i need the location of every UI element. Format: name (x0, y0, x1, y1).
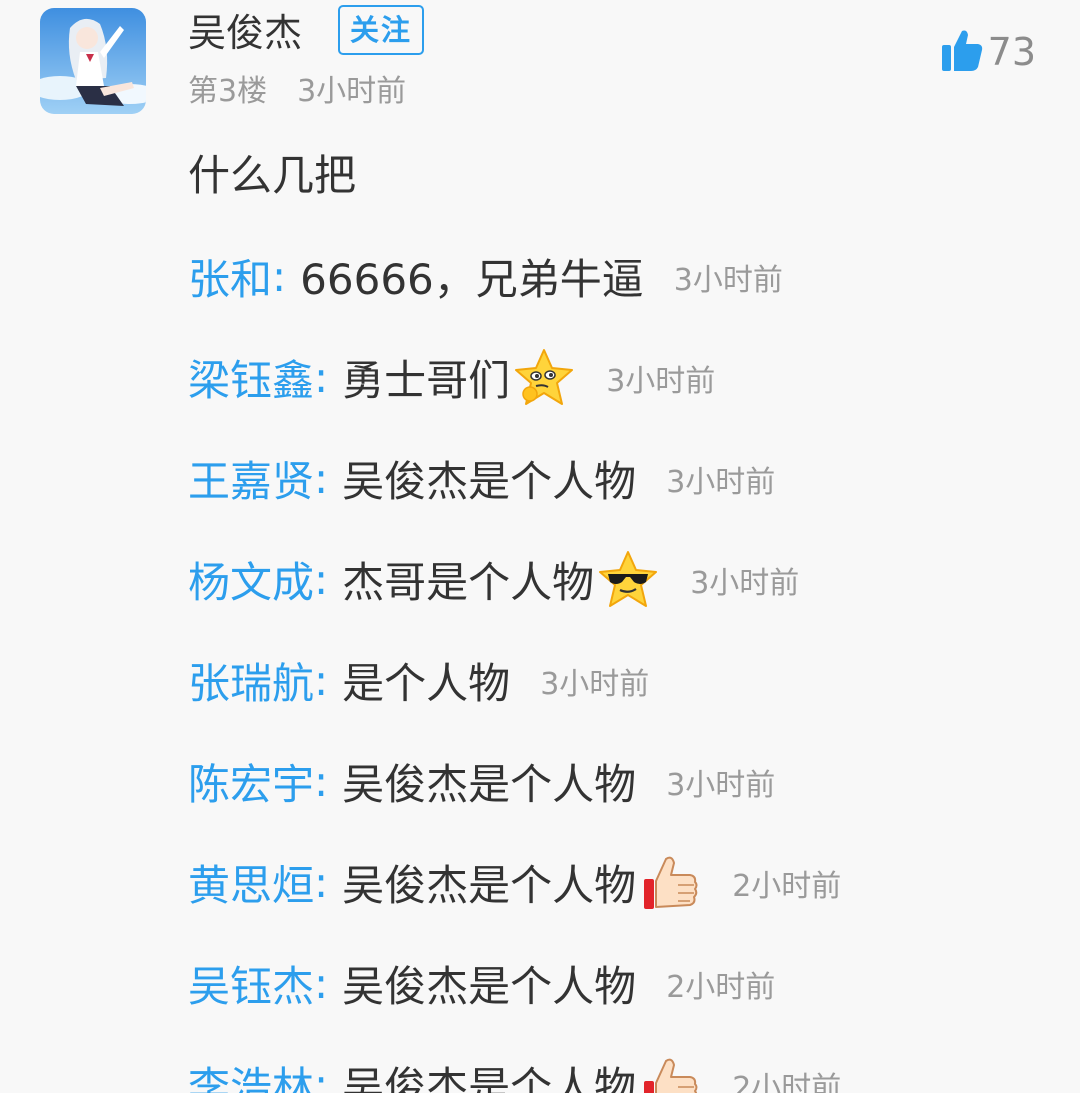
reply-username[interactable]: 张瑞航 (188, 650, 314, 711)
reply-username[interactable]: 张和 (188, 246, 272, 307)
reply-text: 66666，兄弟牛逼 (300, 255, 644, 304)
reply-time: 3小时前 (690, 565, 800, 601)
reply-username[interactable]: 杨文成 (188, 549, 314, 610)
reply-item[interactable]: 杨文成: 杰哥是个人物 3小时前 (188, 529, 1048, 630)
reply-colon: : (314, 555, 329, 604)
reply-text: 杰哥是个人物 (342, 558, 595, 607)
thumbs-up-emoji (638, 851, 702, 915)
floor-number: 第3楼 (188, 74, 268, 109)
reply-item[interactable]: 张和:66666，兄弟牛逼 3小时前 (188, 226, 1048, 327)
reply-item[interactable]: 黄思烜: 吴俊杰是个人物 2小时前 (188, 832, 1048, 933)
reply-username[interactable]: 吴钰杰 (188, 953, 314, 1014)
post-time: 3小时前 (297, 74, 407, 109)
thumbs-up-icon (940, 27, 984, 77)
reply-username[interactable]: 黄思烜 (188, 852, 314, 913)
like-button[interactable]: 73 (940, 24, 1036, 80)
comment-floor: 吴俊杰 关注 第3楼 3小时前 73 什么几把 张和:66666，兄弟牛逼 3小时前… (0, 0, 1080, 1093)
follow-button[interactable]: 关注 (338, 5, 424, 55)
reply-colon: : (314, 353, 329, 402)
reply-item[interactable]: 李浩林: 吴俊杰是个人物 2小时前 (188, 1034, 1048, 1093)
post-content: 什么几把 (188, 151, 357, 200)
reply-item[interactable]: 梁钰鑫: 勇士哥们 3小时前 (188, 327, 1048, 428)
reply-time: 3小时前 (666, 767, 776, 803)
reply-item[interactable]: 王嘉贤: 吴俊杰是个人物 3小时前 (188, 428, 1048, 529)
reply-time: 2小时前 (732, 868, 842, 904)
reply-text: 吴俊杰是个人物 (342, 457, 637, 506)
sunglasses-star-emoji (596, 548, 660, 612)
reply-username[interactable]: 王嘉贤 (188, 448, 314, 509)
reply-text: 吴俊杰是个人物 (342, 962, 637, 1011)
reply-time: 3小时前 (540, 666, 650, 702)
reply-list: 张和:66666，兄弟牛逼 3小时前 梁钰鑫: 勇士哥们 3小时前 王嘉贤: 吴俊杰是个人物… (188, 226, 1048, 1093)
post-meta: 第3楼 3小时前 (188, 70, 406, 114)
reply-colon: : (314, 1060, 329, 1093)
reply-colon: : (272, 252, 287, 301)
reply-username[interactable]: 梁钰鑫 (188, 347, 314, 408)
thinking-star-emoji (512, 346, 576, 410)
reply-item[interactable]: 张瑞航: 是个人物 3小时前 (188, 630, 1048, 731)
username[interactable]: 吴俊杰 (188, 8, 302, 58)
reply-text: 吴俊杰是个人物 (342, 1063, 637, 1093)
reply-text: 勇士哥们 (342, 356, 511, 405)
reply-time: 3小时前 (673, 262, 783, 298)
reply-item[interactable]: 陈宏宇: 吴俊杰是个人物 3小时前 (188, 731, 1048, 832)
reply-colon: : (314, 858, 329, 907)
reply-time: 3小时前 (666, 464, 776, 500)
reply-time: 2小时前 (732, 1070, 842, 1093)
reply-colon: : (314, 959, 329, 1008)
reply-text: 吴俊杰是个人物 (342, 861, 637, 910)
reply-username[interactable]: 陈宏宇 (188, 751, 314, 812)
reply-colon: : (314, 656, 329, 705)
reply-time: 2小时前 (666, 969, 776, 1005)
reply-time: 3小时前 (606, 363, 716, 399)
reply-username[interactable]: 李浩林 (188, 1054, 314, 1093)
thumbs-up-emoji (638, 1053, 702, 1093)
reply-colon: : (314, 757, 329, 806)
reply-item[interactable]: 吴钰杰: 吴俊杰是个人物 2小时前 (188, 933, 1048, 1034)
reply-text: 是个人物 (342, 659, 511, 708)
reply-text: 吴俊杰是个人物 (342, 760, 637, 809)
avatar[interactable] (40, 8, 146, 114)
reply-colon: : (314, 454, 329, 503)
like-count: 73 (987, 30, 1036, 74)
